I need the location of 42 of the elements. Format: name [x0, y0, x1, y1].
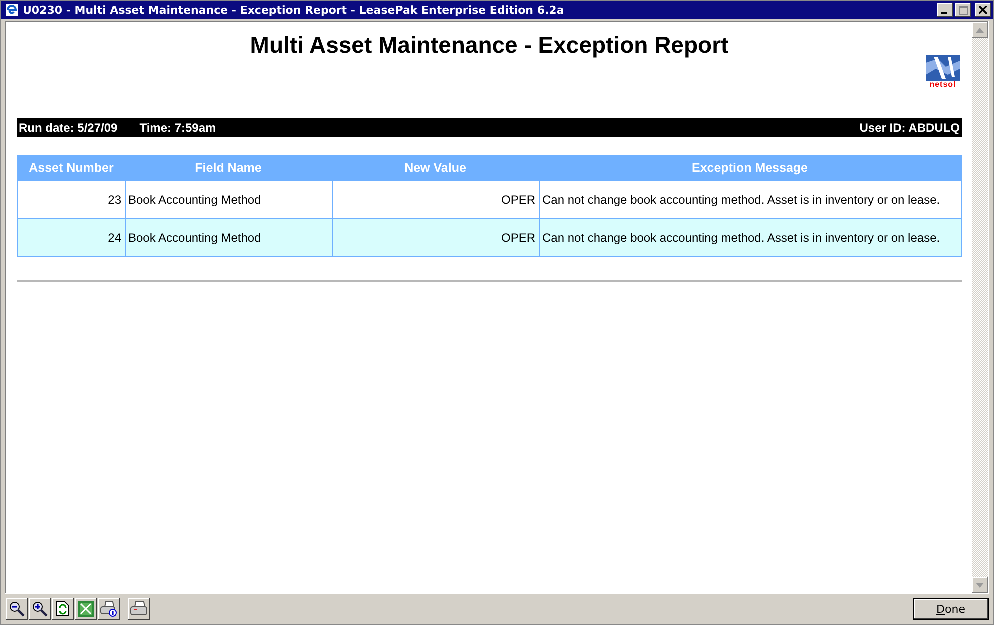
report-title: Multi Asset Maintenance - Exception Report: [249, 31, 730, 59]
zoom-out-button[interactable]: [6, 598, 28, 620]
table-cell: OPER: [332, 180, 539, 218]
close-button[interactable]: [975, 3, 991, 17]
vertical-scrollbar[interactable]: [972, 22, 988, 593]
scroll-down-button[interactable]: [972, 577, 988, 593]
run-time: Time: 7:59am: [140, 120, 216, 134]
zoom-out-icon: [9, 601, 25, 617]
user-id: User ID: ABDULQ: [860, 120, 960, 134]
column-header: Field Name: [125, 156, 332, 180]
table-cell: Can not change book accounting method. Asset is in inventory or on lease.: [539, 180, 962, 218]
table-cell: OPER: [332, 218, 539, 256]
run-date: Run date: 5/27/09: [19, 120, 118, 134]
maximize-button[interactable]: [955, 3, 971, 17]
spreadsheet-button[interactable]: [75, 598, 97, 620]
scroll-up-button[interactable]: [972, 22, 988, 38]
maximize-icon: [958, 6, 968, 14]
company-logo: netsol: [925, 55, 961, 89]
close-icon: [979, 6, 987, 14]
print-button[interactable]: [128, 598, 150, 620]
spreadsheet-icon: [78, 601, 94, 617]
browser-icon: [5, 3, 19, 17]
document-refresh-icon: [56, 601, 70, 617]
table-cell: 23: [18, 180, 125, 218]
refresh-button[interactable]: [52, 598, 74, 620]
column-header: Exception Message: [539, 156, 962, 180]
zoom-in-icon: [32, 601, 48, 617]
done-button[interactable]: Done: [914, 599, 988, 619]
table-cell: Book Accounting Method: [125, 218, 332, 256]
column-header: Asset Number: [18, 156, 125, 180]
printer-info-icon: [100, 601, 118, 617]
column-header: New Value: [332, 156, 539, 180]
up-arrow-icon: [976, 28, 984, 32]
window-title: U0230 - Multi Asset Maintenance - Exception Report - LeasePak Enterprise Edition 6.2a: [23, 4, 566, 16]
table-cell: Book Accounting Method: [125, 180, 332, 218]
table-cell: 24: [18, 218, 125, 256]
print-info-button[interactable]: [98, 598, 120, 620]
printer-icon: [130, 601, 148, 617]
zoom-in-button[interactable]: [29, 598, 51, 620]
down-arrow-icon: [976, 582, 984, 588]
table-cell: Can not change book accounting method. Asset is in inventory or on lease.: [539, 218, 962, 256]
minimize-button[interactable]: [937, 3, 953, 17]
